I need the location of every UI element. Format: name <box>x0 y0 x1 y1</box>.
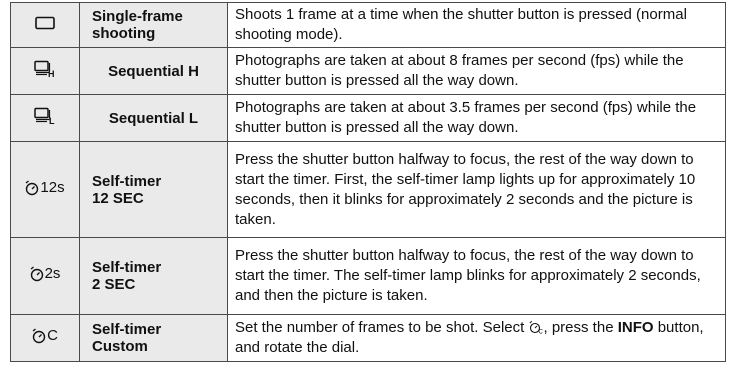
mode-name: Sequential L <box>79 94 228 142</box>
mode-icon-cell: H <box>10 47 80 95</box>
table-row: Single-frame shooting Shoots 1 frame at … <box>10 2 726 48</box>
mode-description: Press the shutter button halfway to focu… <box>227 141 726 238</box>
mode-name: Sequential H <box>79 47 228 95</box>
mode-icon-cell: 2s <box>10 237 80 315</box>
mode-icon-cell <box>10 2 80 48</box>
mode-name-line2: 12 SEC <box>92 189 144 207</box>
mode-description: Set the number of frames to be shot. Sel… <box>227 314 726 362</box>
drive-mode-table: Single-frame shooting Shoots 1 frame at … <box>10 2 726 362</box>
mode-name-line1: Sequential H <box>108 62 199 80</box>
svg-text:C: C <box>538 330 543 335</box>
self-timer-icon-label: 12s <box>40 178 65 196</box>
self-timer-icon-label: C <box>47 327 58 344</box>
description-text-part1: Set the number of frames to be shot. Sel… <box>235 319 529 336</box>
self-timer-icon: 12s <box>25 178 65 197</box>
table-row: H Sequential H Photographs are taken at … <box>10 47 726 95</box>
info-button-label: INFO <box>617 319 654 336</box>
mode-description: Press the shutter button halfway to focu… <box>227 237 726 315</box>
sequential-h-icon: H <box>34 60 56 78</box>
sequential-l-icon: L <box>34 107 56 125</box>
mode-name: Single-frame shooting <box>79 2 228 48</box>
self-timer-icon: C <box>32 327 58 345</box>
mode-name-line1: Self-timer <box>92 259 162 276</box>
mode-description: Photographs are taken at about 3.5 frame… <box>227 94 726 142</box>
table-row: 2s Self-timer 2 SEC Press the shutter bu… <box>10 237 726 315</box>
mode-name: Self-timer Custom <box>79 314 228 362</box>
mode-icon-cell: C <box>10 314 80 362</box>
table-row: 12s Self-timer 12 SEC Press the shutter … <box>10 141 726 238</box>
mode-name-line1: Self-timer <box>92 321 162 338</box>
table-row: C Self-timer Custom Set the number of fr… <box>10 314 726 362</box>
svg-text:L: L <box>49 116 55 125</box>
mode-icon-cell: L <box>10 94 80 142</box>
mode-name-line2: shooting <box>92 25 156 42</box>
mode-name-line1: Sequential L <box>108 109 199 127</box>
mode-name: Self-timer 2 SEC <box>79 237 228 315</box>
self-timer-custom-icon: C <box>528 320 544 335</box>
mode-name-line2: Custom <box>92 338 148 355</box>
table-row: L Sequential L Photographs are taken at … <box>10 94 726 142</box>
mode-icon-cell: 12s <box>10 141 80 238</box>
description-text-part2: , press the <box>543 319 618 336</box>
mode-name-line1: Self-timer <box>92 172 162 190</box>
mode-description: Photographs are taken at about 8 frames … <box>227 47 726 95</box>
svg-text:H: H <box>48 69 55 78</box>
mode-description: Shoots 1 frame at a time when the shutte… <box>227 2 726 48</box>
mode-name-line2: 2 SEC <box>92 276 136 293</box>
mode-name-line1: Single-frame <box>92 8 183 25</box>
mode-name: Self-timer 12 SEC <box>79 141 228 238</box>
self-timer-icon-label: 2s <box>44 265 61 282</box>
self-timer-icon: 2s <box>30 265 61 283</box>
single-frame-icon <box>35 16 55 30</box>
